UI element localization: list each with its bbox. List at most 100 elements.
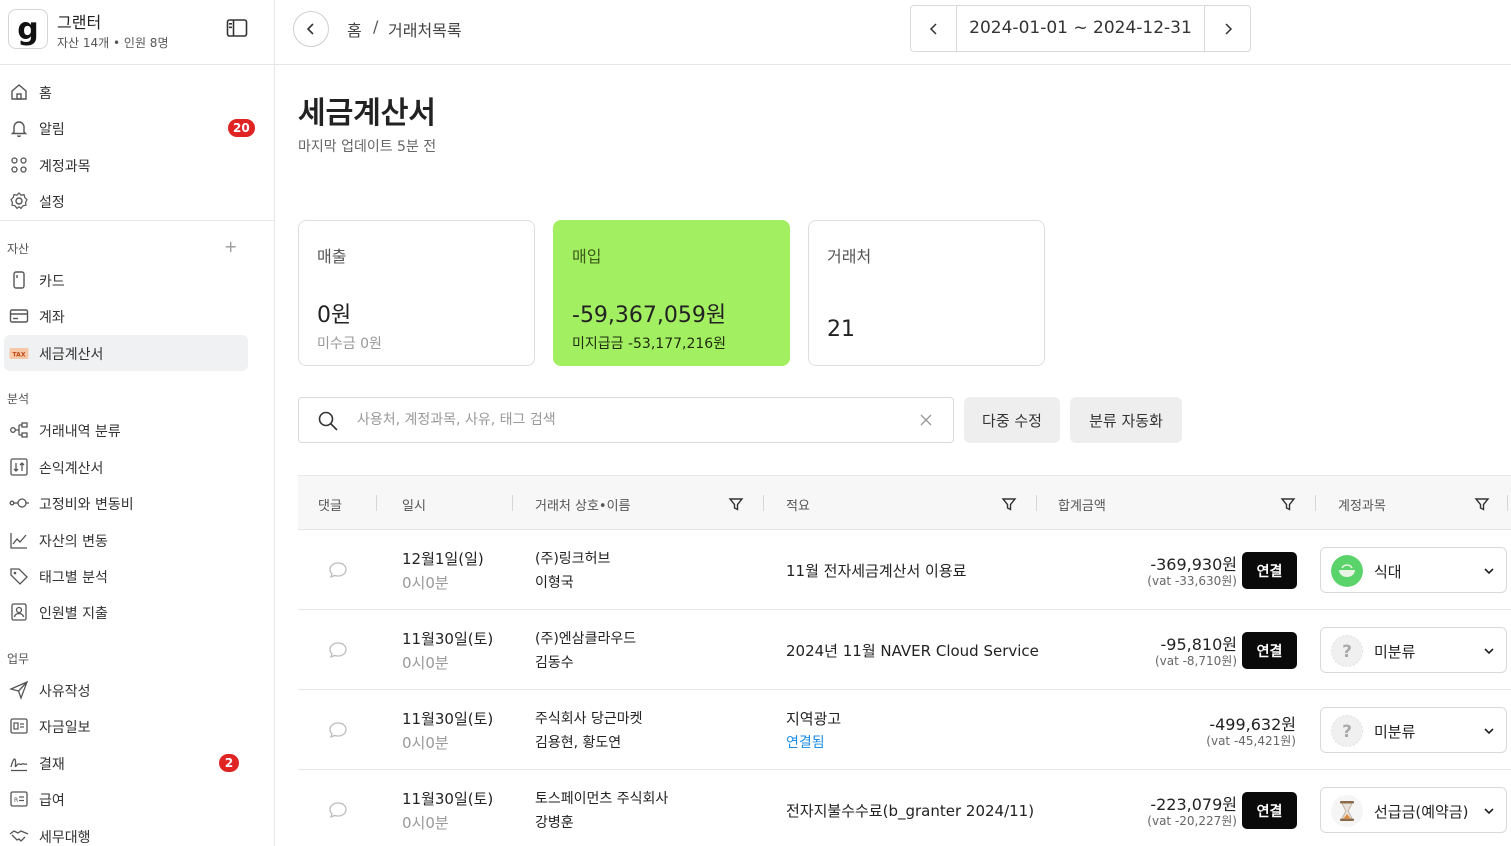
nav-daily-report[interactable]: 자금일보	[4, 708, 248, 744]
account-select[interactable]: 식대	[1320, 547, 1507, 593]
comment-icon[interactable]	[328, 801, 348, 819]
purchase-card[interactable]: 매입 -59,367,059원 미지급금 -53,177,216원	[553, 220, 790, 366]
row-time: 0시0분	[402, 574, 449, 592]
row-date: 11월30일(토)	[402, 790, 494, 808]
payroll-icon: R	[10, 791, 28, 807]
account-select[interactable]: ? 미분류	[1320, 627, 1507, 673]
nav-settings[interactable]: 설정	[4, 183, 248, 219]
nav-label: 사유작성	[39, 684, 91, 700]
clear-icon[interactable]	[917, 411, 935, 429]
comment-icon[interactable]	[328, 561, 348, 579]
account-select[interactable]: 선급금(예약금)	[1320, 787, 1507, 833]
hourglass-icon	[1331, 795, 1363, 827]
chevron-right-icon	[1224, 22, 1232, 35]
org-header[interactable]: g 그랜터 자산 14개 • 인원 8명	[0, 0, 275, 65]
row-memo[interactable]: 2024년 11월 NAVER Cloud Service	[786, 640, 1039, 661]
row-linked-link[interactable]: 연결됨	[786, 732, 825, 752]
filter-icon[interactable]	[1474, 496, 1490, 512]
link-button[interactable]: 연결	[1242, 552, 1297, 589]
comment-icon[interactable]	[328, 641, 348, 659]
nav-card[interactable]: 카드	[4, 262, 248, 298]
nav-income-statement[interactable]: 손익계산서	[4, 449, 248, 485]
handshake-icon	[9, 830, 29, 842]
nav-asset-trend[interactable]: 자산의 변동	[4, 522, 248, 558]
row-time: 0시0분	[402, 814, 449, 832]
row-person: 김동수	[535, 655, 574, 671]
nav-home[interactable]: 홈	[4, 74, 248, 110]
col-comment[interactable]: 댓글	[318, 495, 342, 514]
card-value: 21	[827, 317, 855, 342]
row-memo[interactable]: 전자지불수수료(b_granter 2024/11)	[786, 800, 1034, 821]
row-vendor: (주)엔삼클라우드	[535, 631, 637, 647]
bulk-edit-button[interactable]: 다중 수정	[964, 397, 1060, 443]
nav-classify[interactable]: 거래내역 분류	[4, 412, 248, 448]
row-memo[interactable]: 11월 전자세금계산서 이용료	[786, 560, 966, 581]
tax-icon: TAX	[9, 348, 29, 359]
row-person: 김용현, 황도연	[535, 735, 622, 751]
nav-tax-invoice[interactable]: TAX 세금계산서	[4, 335, 248, 371]
nav-approval[interactable]: 결재 2	[4, 745, 248, 781]
link-button[interactable]: 연결	[1242, 632, 1297, 669]
nav-tag-analysis[interactable]: 태그별 분석	[4, 558, 248, 594]
table-row[interactable]: 11월30일(토) 0시0분 주식회사 당근마켓 김용현, 황도연 지역광고 연…	[298, 690, 1511, 770]
nav-bank-account[interactable]: 계좌	[4, 298, 248, 334]
filter-icon[interactable]	[1280, 496, 1296, 512]
nav-label: 홈	[39, 86, 52, 102]
comment-icon[interactable]	[328, 721, 348, 739]
date-next-button[interactable]	[1204, 6, 1250, 51]
table-row[interactable]: 12월1일(일) 0시0분 (주)링크허브 이형국 11월 전자세금계산서 이용…	[298, 530, 1511, 610]
sales-card[interactable]: 매출 0원 미수금 0원	[298, 220, 535, 366]
auto-classify-button[interactable]: 분류 자동화	[1070, 397, 1182, 443]
nav-label: 급여	[39, 793, 65, 809]
row-vendor: 토스페이먼츠 주식회사	[535, 791, 669, 807]
col-memo[interactable]: 적요	[786, 495, 810, 514]
nav-label: 세무대행	[39, 830, 91, 846]
vendor-count-card[interactable]: 거래처 21	[808, 220, 1045, 366]
food-bowl-icon	[1331, 555, 1363, 587]
nav-reason[interactable]: 사유작성	[4, 672, 248, 708]
nav-label: 결재	[39, 757, 65, 773]
back-button[interactable]	[293, 11, 329, 47]
table-row[interactable]: 11월30일(토) 0시0분 (주)엔삼클라우드 김동수 2024년 11월 N…	[298, 610, 1511, 690]
col-account[interactable]: 계정과목	[1338, 495, 1386, 514]
filter-icon[interactable]	[1001, 496, 1017, 512]
breadcrumb-current[interactable]: 거래처목록	[388, 17, 462, 41]
nav-fixed-variable[interactable]: 고정비와 변동비	[4, 485, 248, 521]
add-asset-button[interactable]: +	[224, 237, 237, 256]
approval-badge: 2	[219, 754, 239, 772]
table-row[interactable]: 11월30일(토) 0시0분 토스페이먼츠 주식회사 강병훈 전자지불수수료(b…	[298, 770, 1511, 846]
tax-tag: TAX	[13, 351, 26, 358]
col-amount[interactable]: 합계금액	[1058, 495, 1106, 514]
bank-account-icon	[9, 309, 29, 323]
person-icon	[11, 603, 27, 621]
row-person: 이형국	[535, 575, 574, 591]
top-bar: 홈 / 거래처목록 2024-01-01 ~ 2024-12-31	[275, 0, 1511, 65]
section-assets: 자산	[7, 242, 30, 256]
col-vendor[interactable]: 거래처 상호•이름	[535, 495, 631, 514]
date-prev-button[interactable]	[911, 6, 957, 51]
nav-person-spend[interactable]: 인원별 지출	[4, 594, 248, 630]
sidebar-toggle-icon[interactable]	[226, 18, 248, 38]
nav-payroll[interactable]: R 급여	[4, 781, 248, 817]
row-vat: (vat -45,421원)	[1206, 734, 1296, 748]
link-button[interactable]: 연결	[1242, 792, 1297, 829]
account-select[interactable]: ? 미분류	[1320, 707, 1507, 753]
chevron-down-icon	[1484, 728, 1494, 735]
send-icon	[9, 680, 29, 700]
nav-tax-agency[interactable]: 세무대행	[4, 818, 248, 846]
trend-icon	[10, 533, 27, 549]
filter-icon[interactable]	[728, 496, 744, 512]
row-date: 11월30일(토)	[402, 630, 494, 648]
date-range-text[interactable]: 2024-01-01 ~ 2024-12-31	[957, 18, 1204, 38]
nav-alerts[interactable]: 알림 20	[4, 110, 255, 146]
account-label: 식대	[1374, 563, 1402, 581]
nav-label: 설정	[39, 195, 65, 211]
row-memo[interactable]: 지역광고	[786, 708, 841, 729]
col-separator	[376, 495, 377, 511]
card-icon	[13, 271, 25, 289]
home-icon	[11, 84, 27, 100]
breadcrumb-home[interactable]: 홈	[347, 17, 362, 41]
nav-accounts[interactable]: 계정과목	[4, 147, 248, 183]
col-date[interactable]: 일시	[402, 495, 426, 514]
search-input[interactable]	[357, 408, 897, 432]
